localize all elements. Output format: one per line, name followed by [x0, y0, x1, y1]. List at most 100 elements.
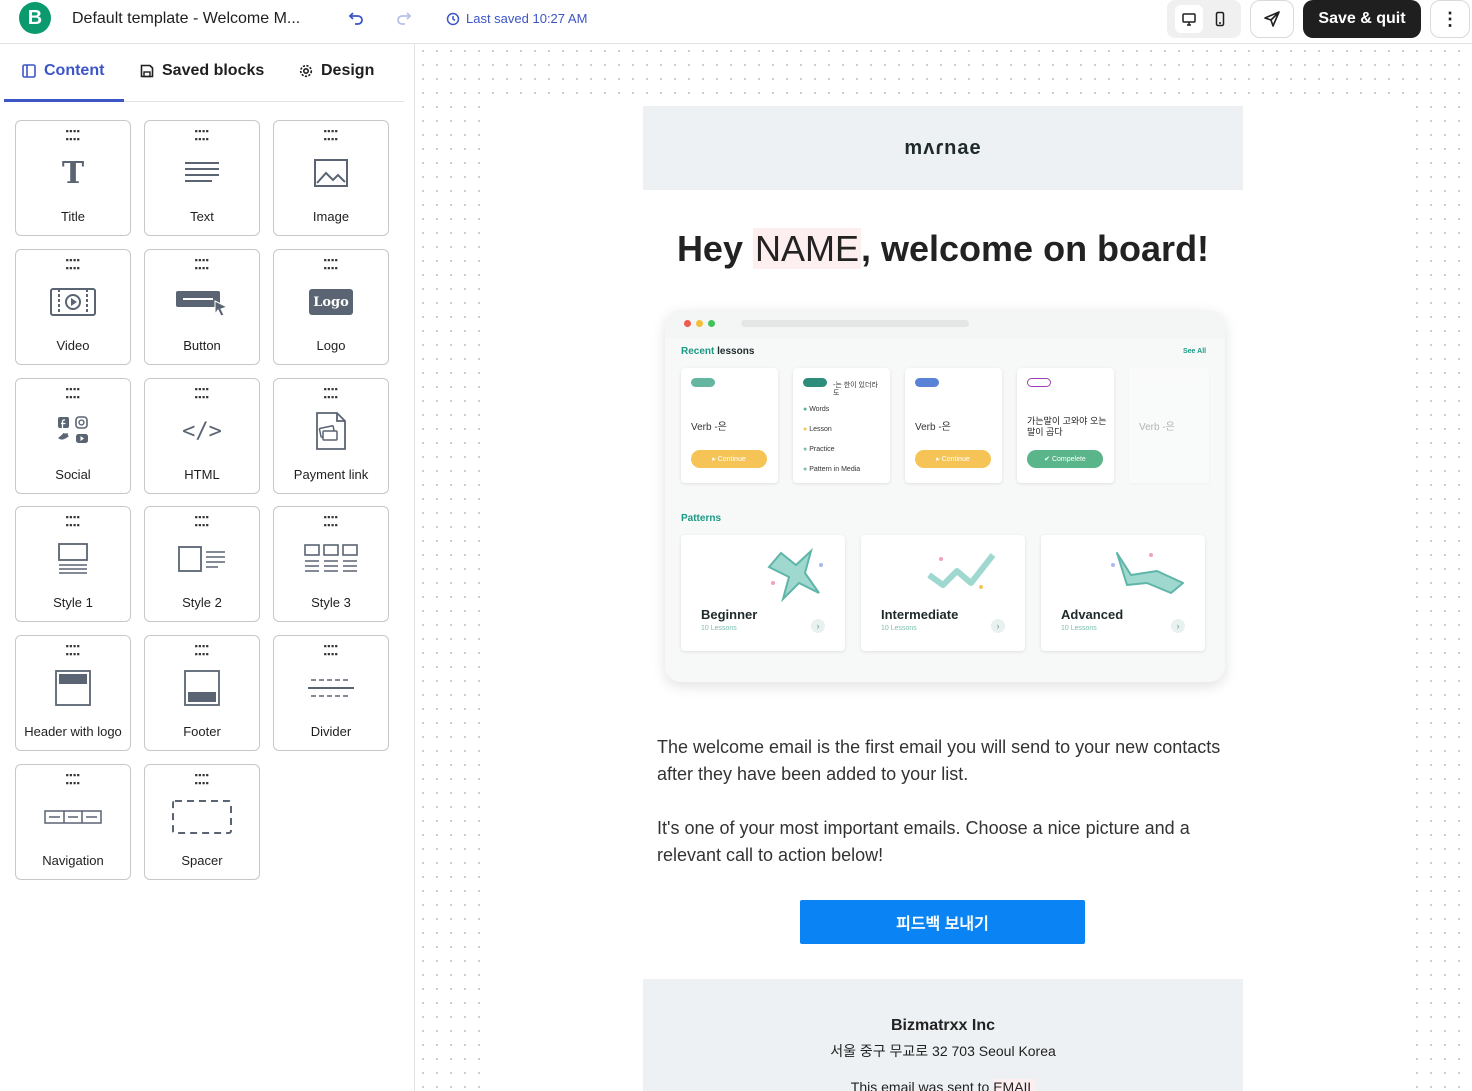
document-title[interactable]: Default template - Welcome M...	[72, 10, 300, 28]
block-image[interactable]: ▪▪▪▪ ▪▪▪▪ Image	[273, 120, 389, 236]
drag-handle-icon[interactable]: ▪▪▪▪ ▪▪▪▪	[145, 385, 259, 402]
email-footer[interactable]: Bizmatrxx Inc 서울 중구 무교로 32 703 Seoul Kor…	[643, 979, 1243, 1091]
email-paragraph-2[interactable]: It's one of your most important emails. …	[657, 815, 1237, 869]
patterns-heading: Patterns	[681, 513, 722, 524]
mobile-view-icon[interactable]	[1206, 5, 1234, 33]
block-label: Image	[312, 209, 350, 224]
email-logo-header[interactable]: mʌɾnae	[643, 106, 1243, 190]
drag-handle-icon[interactable]: ▪▪▪▪ ▪▪▪▪	[274, 642, 388, 659]
block-style-2[interactable]: ▪▪▪▪ ▪▪▪▪ Style 2	[144, 506, 260, 622]
block-spacer[interactable]: ▪▪▪▪ ▪▪▪▪ Spacer	[144, 764, 260, 880]
style-2-icon	[145, 537, 259, 581]
block-payment-link[interactable]: ▪▪▪▪ ▪▪▪▪ Payment link	[273, 378, 389, 494]
block-label: Text	[190, 209, 214, 224]
block-navigation[interactable]: ▪▪▪▪ ▪▪▪▪ Navigation	[15, 764, 131, 880]
complete-pill: ✔ Compelete	[1027, 450, 1103, 468]
block-button[interactable]: ▪▪▪▪ ▪▪▪▪ Button	[144, 249, 260, 365]
video-icon	[16, 280, 130, 324]
brand-logo[interactable]: B	[19, 2, 51, 34]
tab-saved-blocks-label: Saved blocks	[162, 62, 265, 79]
more-options-icon[interactable]: ⋮	[1430, 0, 1470, 38]
recent-accent: Recent	[681, 346, 715, 357]
redo-icon[interactable]	[396, 10, 412, 31]
block-label: Spacer	[181, 853, 223, 868]
recent-lessons-heading: Recent lessons	[681, 346, 754, 357]
block-logo[interactable]: ▪▪▪▪ ▪▪▪▪ Logo Logo	[273, 249, 389, 365]
pattern-card: Intermediate 10 Lessons ›	[861, 535, 1025, 651]
drag-handle-icon[interactable]: ▪▪▪▪ ▪▪▪▪	[274, 256, 388, 273]
block-divider[interactable]: ▪▪▪▪ ▪▪▪▪ Divider	[273, 635, 389, 751]
lesson-step-label: Lesson	[809, 426, 832, 433]
chevron-right-icon: ›	[1171, 619, 1185, 633]
footer-sent-to: This email was sent to EMAIL	[643, 1079, 1243, 1091]
play-icon: ●	[803, 446, 808, 453]
lesson-card: -는 한이 있더라도 ● Words ● Lesson ● Practice ●…	[793, 368, 890, 483]
drag-handle-icon[interactable]: ▪▪▪▪ ▪▪▪▪	[145, 642, 259, 659]
browser-url-bar	[741, 320, 969, 327]
active-tab-indicator	[4, 99, 124, 102]
tab-content[interactable]: Content	[22, 62, 104, 80]
app-screenshot: Recent lessons See All Verb -은 ▸ Continu…	[665, 338, 1225, 682]
email-body: mʌɾnae Hey NAME, welcome on board! Recen…	[643, 106, 1243, 1091]
pattern-label: Beginner	[701, 607, 758, 622]
block-text[interactable]: ▪▪▪▪ ▪▪▪▪ Text	[144, 120, 260, 236]
spacer-icon	[145, 795, 259, 839]
block-video[interactable]: ▪▪▪▪ ▪▪▪▪ Video	[15, 249, 131, 365]
headline-prefix: Hey	[676, 228, 753, 269]
block-style-3[interactable]: ▪▪▪▪ ▪▪▪▪ Style 3	[273, 506, 389, 622]
block-html[interactable]: ▪▪▪▪ ▪▪▪▪ </> HTML	[144, 378, 260, 494]
block-label: Style 3	[311, 595, 351, 610]
block-style-1[interactable]: ▪▪▪▪ ▪▪▪▪ Style 1	[15, 506, 131, 622]
email-paragraph-1[interactable]: The welcome email is the first email you…	[657, 734, 1237, 788]
navigation-icon	[16, 795, 130, 839]
lesson-step-label: Pattern in Media	[809, 466, 861, 473]
footer-sent-prefix: This email was sent to	[850, 1079, 994, 1091]
undo-icon[interactable]	[348, 10, 364, 31]
block-label: Social	[55, 467, 91, 482]
email-headline[interactable]: Hey NAME, welcome on board!	[643, 228, 1243, 270]
logo-icon: Logo	[274, 280, 388, 324]
tab-design[interactable]: Design	[299, 62, 374, 80]
cta-button[interactable]: 피드백 보내기	[800, 900, 1085, 944]
drag-handle-icon[interactable]: ▪▪▪▪ ▪▪▪▪	[274, 127, 388, 144]
block-label: Navigation	[42, 853, 104, 868]
level-pill	[915, 378, 939, 387]
drag-handle-icon[interactable]: ▪▪▪▪ ▪▪▪▪	[145, 513, 259, 530]
drag-handle-icon[interactable]: ▪▪▪▪ ▪▪▪▪	[16, 513, 130, 530]
hero-image[interactable]: Recent lessons See All Verb -은 ▸ Continu…	[665, 310, 1225, 682]
drag-handle-icon[interactable]: ▪▪▪▪ ▪▪▪▪	[16, 642, 130, 659]
block-label: Title	[60, 209, 86, 224]
drag-handle-icon[interactable]: ▪▪▪▪ ▪▪▪▪	[145, 771, 259, 788]
payment-link-icon	[274, 409, 388, 453]
drag-handle-icon[interactable]: ▪▪▪▪ ▪▪▪▪	[274, 385, 388, 402]
block-label: Style 1	[53, 595, 93, 610]
drag-handle-icon[interactable]: ▪▪▪▪ ▪▪▪▪	[16, 385, 130, 402]
desktop-view-icon[interactable]	[1174, 5, 1203, 33]
tab-saved-blocks[interactable]: Saved blocks	[140, 62, 264, 80]
block-header-with-logo[interactable]: ▪▪▪▪ ▪▪▪▪ Header with logo	[15, 635, 131, 751]
block-label: Logo	[316, 338, 346, 353]
block-title[interactable]: ▪▪▪▪ ▪▪▪▪ T Title	[15, 120, 131, 236]
editor-canvas[interactable]: mʌɾnae Hey NAME, welcome on board! Recen…	[416, 44, 1472, 1091]
send-test-button[interactable]	[1250, 0, 1294, 38]
drag-handle-icon[interactable]: ▪▪▪▪ ▪▪▪▪	[16, 256, 130, 273]
last-saved-status[interactable]: Last saved 10:27 AM	[446, 11, 587, 26]
lesson-card: Verb -은	[1129, 368, 1209, 483]
drag-handle-icon[interactable]: ▪▪▪▪ ▪▪▪▪	[145, 256, 259, 273]
drag-handle-icon[interactable]: ▪▪▪▪ ▪▪▪▪	[145, 127, 259, 144]
save-and-quit-button[interactable]: Save & quit	[1303, 0, 1421, 38]
block-label: Payment link	[293, 467, 369, 482]
lesson-step: ● Practice	[803, 446, 834, 453]
sidebar-tabs: Content Saved blocks Design	[4, 44, 404, 102]
block-footer[interactable]: ▪▪▪▪ ▪▪▪▪ Footer	[144, 635, 260, 751]
drag-handle-icon[interactable]: ▪▪▪▪ ▪▪▪▪	[16, 127, 130, 144]
html-glyph: </>	[182, 418, 222, 444]
drag-handle-icon[interactable]: ▪▪▪▪ ▪▪▪▪	[274, 513, 388, 530]
content-tab-icon	[22, 64, 36, 78]
advanced-illustration	[1111, 552, 1184, 594]
drag-handle-icon[interactable]: ▪▪▪▪ ▪▪▪▪	[16, 771, 130, 788]
block-social[interactable]: ▪▪▪▪ ▪▪▪▪ Social	[15, 378, 131, 494]
play-icon: ●	[803, 426, 808, 433]
send-icon	[1264, 11, 1280, 27]
block-label: Style 2	[182, 595, 222, 610]
